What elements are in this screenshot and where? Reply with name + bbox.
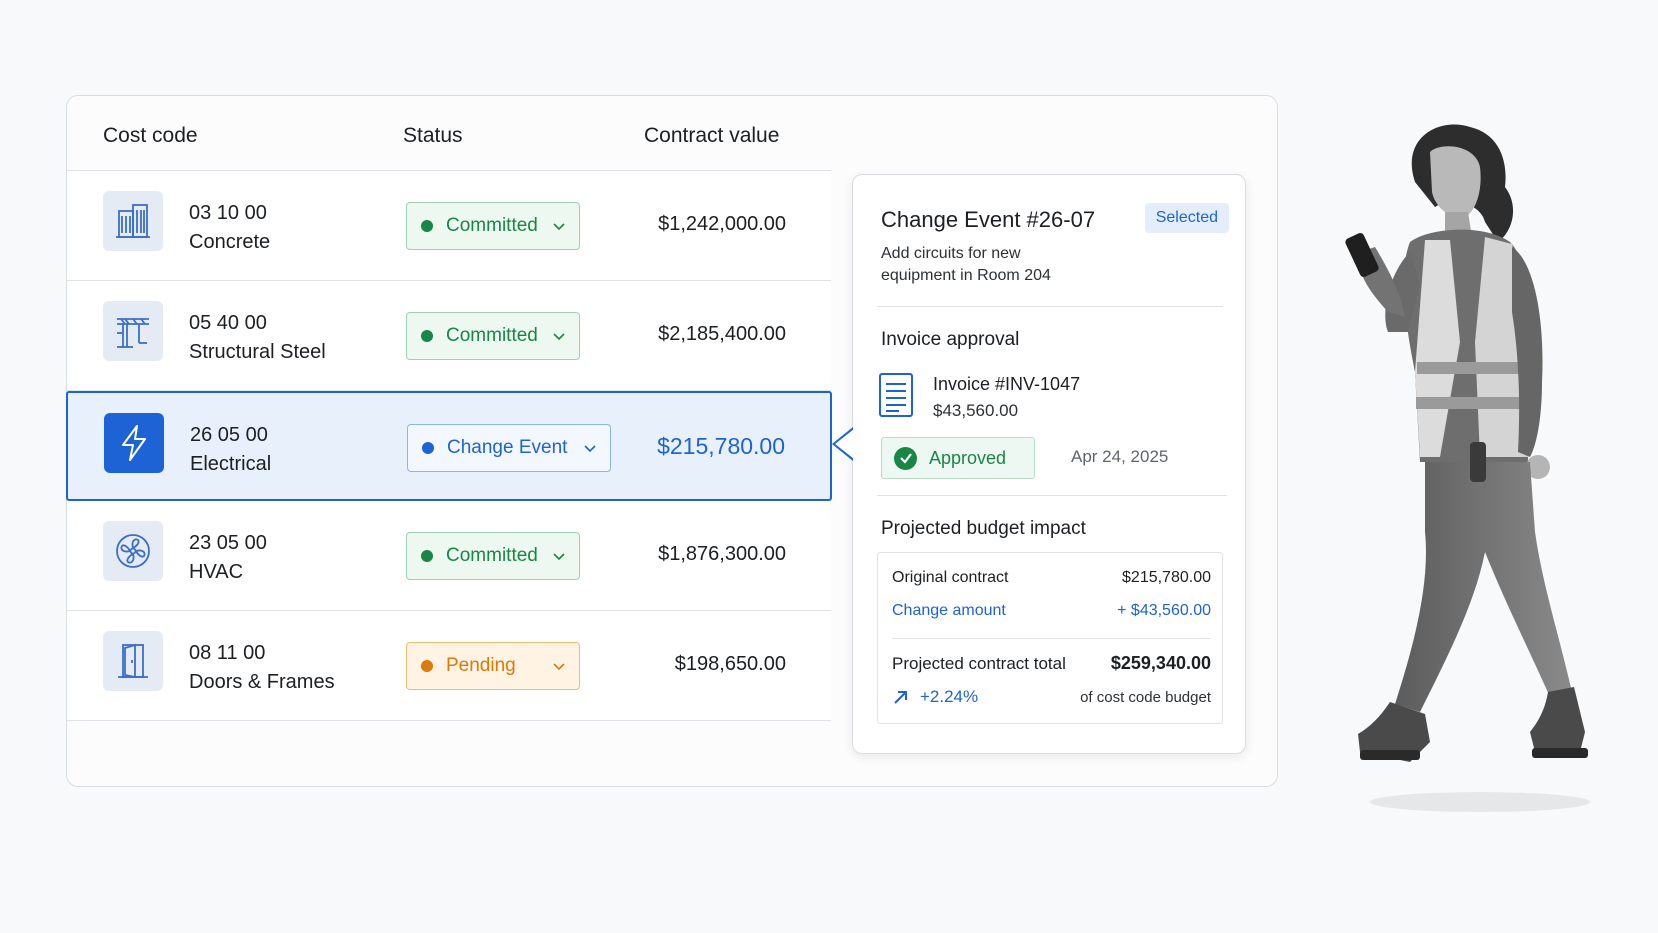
door-icon [103,631,163,691]
chevron-down-icon [553,663,565,671]
header-status: Status [403,124,463,147]
change-amount-label: Change amount [892,602,1006,619]
status-dropdown[interactable]: Committed [406,312,580,360]
projected-total-value: $259,340.00 [1110,653,1211,673]
arrow-up-right-icon [894,691,907,704]
change-event-title: Change Event #26-07 [881,207,1096,232]
table-row[interactable]: 08 11 00 Doors & Frames Pending $198,650… [67,611,831,721]
cost-code-label: 05 40 00 Structural Steel [189,312,326,363]
divider [877,306,1223,307]
header-cost-code: Cost code [103,124,198,147]
approved-badge: Approved [881,437,1035,479]
header-contract-value: Contract value [644,124,780,147]
status-dot [421,330,433,342]
approval-date: Apr 24, 2025 [1071,447,1169,466]
original-contract-value: $215,780.00 [1122,569,1211,586]
divider [877,495,1227,496]
status-dot [421,660,433,672]
cost-code-label: 26 05 00 Electrical [190,424,272,475]
construction-worker-illustration [1345,124,1590,812]
table-header: Cost code Status Contract value [67,96,831,170]
chevron-down-icon [553,223,565,231]
table-row-selected[interactable]: 26 05 00 Electrical Change Event $215,78… [66,391,832,501]
contract-value: $215,780.00 [657,433,785,459]
lightning-icon [104,413,164,473]
chevron-down-icon [553,333,565,341]
document-icon [879,373,913,417]
cost-code-label: 23 05 00 HVAC [189,532,267,583]
selected-badge: Selected [1144,203,1229,233]
building-icon [103,191,163,251]
table-row[interactable]: 23 05 00 HVAC Committed $1,876,300.00 [67,501,831,611]
chevron-down-icon [553,553,565,561]
contract-value: $1,876,300.00 [658,543,786,565]
cost-code-label: 03 10 00 Concrete [189,202,271,253]
check-circle-icon [894,446,917,470]
status-dropdown[interactable]: Change Event [407,424,611,472]
contract-value: $2,185,400.00 [658,323,786,345]
invoice-section-title: Invoice approval [881,329,1020,350]
status-dropdown[interactable]: Pending [406,642,580,690]
table-row[interactable]: 03 10 00 Concrete Committed $1,242,000.0… [67,171,831,281]
contract-value: $198,650.00 [674,653,786,675]
change-amount-value: + $43,560.00 [1117,602,1211,619]
status-dropdown[interactable]: Committed [406,532,580,580]
table-row[interactable]: 05 40 00 Structural Steel Committed $2,1… [67,281,831,391]
percent-change: +2.24% [892,687,978,707]
percent-note: of cost code budget [1080,689,1211,706]
contract-value: $1,242,000.00 [658,213,786,235]
invoice-amount: $43,560.00 [933,401,1019,420]
budget-impact-box: Original contract $215,780.00 Change amo… [877,552,1223,724]
projected-total-label: Projected contract total [892,654,1066,673]
change-event-panel: Change Event #26-07 Selected Add circuit… [832,174,1246,754]
status-dot [421,550,433,562]
original-contract-label: Original contract [892,569,1009,586]
divider [892,638,1210,639]
status-dropdown[interactable]: Committed [406,202,580,250]
chevron-down-icon [584,445,596,453]
change-event-description: Add circuits for new equipment in Room 2… [881,245,1051,284]
steel-frame-icon [103,301,163,361]
invoice-title[interactable]: Invoice #INV-1047 [933,374,1080,395]
status-dot [422,442,434,454]
status-dot [421,220,433,232]
table-body: 03 10 00 Concrete Committed $1,242,000.0… [66,170,832,721]
cost-code-label: 08 11 00 Doors & Frames [189,642,335,693]
budget-section-title: Projected budget impact [881,518,1086,539]
fan-icon [103,521,163,581]
